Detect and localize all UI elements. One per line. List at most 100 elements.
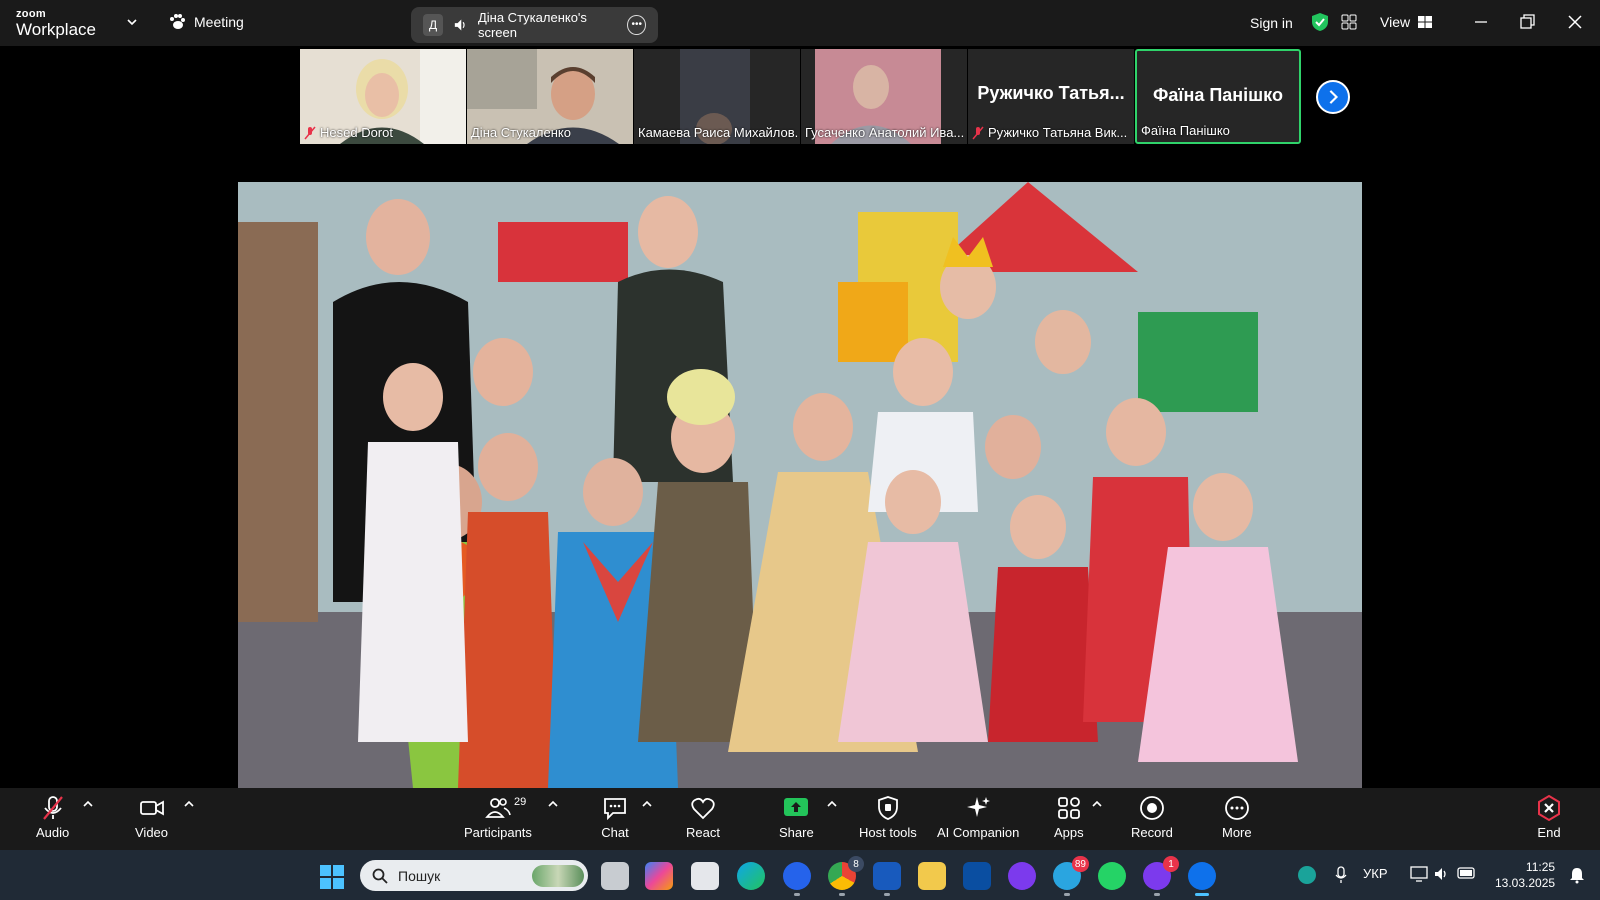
zoom-logo: zoom Workplace — [16, 9, 96, 39]
end-meeting-button[interactable]: End — [1535, 794, 1563, 840]
react-button[interactable]: React — [686, 794, 720, 840]
participant-tile[interactable]: Ружичко Татья... Ружичко Татьяна Вик... — [968, 49, 1134, 144]
search-placeholder: Пошук — [398, 867, 441, 884]
chat-label: Chat — [601, 825, 629, 840]
participant-name-text: Діна Стукаленко — [471, 125, 571, 140]
host-tools-label: Host tools — [859, 825, 917, 840]
search-highlight-image — [532, 864, 584, 887]
participant-name: Hesed Dorot — [304, 125, 393, 140]
tray-app-icon[interactable] — [1298, 866, 1316, 884]
chrome-badge: 8 — [848, 856, 864, 872]
muted-mic-icon — [42, 796, 63, 820]
keyboard-language[interactable]: УКР — [1363, 866, 1388, 881]
share-options-chevron-up-icon[interactable] — [826, 798, 838, 810]
file-explorer-icon[interactable] — [918, 862, 946, 890]
title-bar: zoom Workplace Meeting Д Діна Стукаленко… — [0, 0, 1600, 46]
gallery-grid-icon[interactable] — [1341, 14, 1357, 30]
task-view-icon[interactable] — [601, 862, 629, 890]
paw-icon — [170, 14, 185, 29]
app-launcher-icon[interactable] — [783, 862, 811, 896]
more-dots-icon — [1224, 796, 1249, 820]
security-shield-icon[interactable] — [1311, 12, 1329, 32]
copilot-icon[interactable] — [645, 862, 673, 890]
participants-count: 29 — [514, 796, 527, 808]
participant-name-text: Ружичко Татьяна Вик... — [988, 125, 1128, 140]
muted-mic-icon — [304, 126, 316, 139]
snipping-tool-icon[interactable] — [691, 862, 719, 890]
telegram-badge: 89 — [1071, 856, 1089, 872]
video-button[interactable]: Video — [135, 794, 168, 840]
meeting-info-button[interactable]: Meeting — [168, 13, 244, 31]
sparkle-icon — [967, 797, 991, 817]
windows-start-icon[interactable] — [320, 865, 344, 889]
system-clock[interactable]: 11:25 13.03.2025 — [1495, 859, 1555, 891]
participant-name-text: Камаева Раиса Михайлов... — [638, 125, 798, 140]
chevron-down-icon[interactable] — [126, 16, 138, 28]
chat-button[interactable]: Chat — [601, 794, 629, 840]
video-options-chevron-up-icon[interactable] — [183, 798, 195, 810]
notifications-bell-icon[interactable] — [1568, 866, 1586, 884]
zoom-taskbar-icon[interactable] — [1188, 862, 1216, 896]
participant-name-text: Hesed Dorot — [320, 125, 393, 140]
ai-companion-button[interactable]: AI Companion — [937, 794, 1019, 840]
chat-options-chevron-up-icon[interactable] — [641, 798, 653, 810]
more-button[interactable]: More — [1222, 794, 1252, 840]
muted-mic-icon — [972, 126, 984, 139]
volume-icon[interactable] — [1433, 866, 1451, 882]
network-icon[interactable] — [1410, 866, 1428, 882]
viber-chat-icon[interactable]: 1 — [1143, 856, 1179, 896]
logo-bottom-text: Workplace — [16, 20, 96, 39]
minimize-icon[interactable] — [1470, 12, 1492, 32]
word-icon[interactable] — [873, 862, 901, 896]
participant-tile[interactable]: Hesed Dorot — [300, 49, 466, 144]
view-button[interactable]: View — [1380, 14, 1433, 30]
telegram-icon[interactable]: 89 — [1053, 856, 1089, 896]
audio-options-chevron-up-icon[interactable] — [82, 798, 94, 810]
search-icon — [372, 868, 388, 884]
sign-in-link[interactable]: Sign in — [1250, 15, 1293, 31]
participants-options-chevron-up-icon[interactable] — [547, 798, 559, 810]
restore-icon[interactable] — [1516, 12, 1538, 32]
participant-strip: Hesed Dorot Діна Стукаленко Камаева Раис… — [300, 49, 1301, 144]
battery-icon[interactable] — [1457, 866, 1477, 880]
more-label: More — [1222, 825, 1252, 840]
participants-label: Participants — [464, 825, 532, 840]
share-label: Share — [779, 825, 814, 840]
taskbar-search[interactable]: Пошук — [360, 860, 588, 891]
more-options-icon[interactable]: ••• — [627, 15, 646, 35]
audio-label: Audio — [36, 825, 70, 840]
participant-tile[interactable]: Гусаченко Анатолий Ива... — [801, 49, 967, 144]
participant-tile[interactable]: Камаева Раиса Михайлов... — [634, 49, 800, 144]
share-screen-button[interactable]: Share — [779, 794, 814, 840]
participant-tile[interactable]: Діна Стукаленко — [467, 49, 633, 144]
heart-icon — [691, 797, 715, 820]
record-button[interactable]: Record — [1131, 794, 1173, 840]
screen-share-indicator[interactable]: Д Діна Стукаленко's screen ••• — [411, 7, 658, 43]
participants-icon — [485, 798, 511, 818]
participant-name: Камаева Раиса Михайлов... — [638, 125, 798, 140]
apps-label: Apps — [1054, 825, 1084, 840]
shared-photo — [238, 182, 1362, 788]
record-icon — [1140, 796, 1164, 820]
clock-date: 13.03.2025 — [1495, 876, 1556, 890]
video-camera-icon — [139, 800, 164, 816]
shared-screen — [238, 146, 1362, 788]
close-icon[interactable] — [1564, 12, 1586, 32]
clock-time: 11:25 — [1525, 860, 1556, 874]
host-tools-button[interactable]: Host tools — [859, 794, 917, 840]
apps-options-chevron-up-icon[interactable] — [1091, 798, 1103, 810]
viber-icon[interactable] — [1008, 862, 1036, 890]
apps-button[interactable]: Apps — [1054, 794, 1084, 840]
meeting-label: Meeting — [194, 14, 244, 30]
chrome-browser-icon[interactable]: 8 — [828, 856, 864, 896]
dell-icon[interactable] — [963, 862, 991, 890]
whatsapp-icon[interactable] — [1098, 862, 1126, 890]
next-page-arrow-icon[interactable] — [1316, 80, 1350, 114]
end-label: End — [1537, 825, 1561, 840]
active-speaker-tile[interactable]: Фаїна Панішко Фаїна Панішко — [1135, 49, 1301, 144]
participant-name: Ружичко Татьяна Вик... — [972, 125, 1127, 140]
participant-placeholder-name: Фаїна Панішко — [1153, 85, 1283, 105]
microphone-icon[interactable] — [1334, 866, 1348, 884]
edge-browser-icon[interactable] — [737, 862, 765, 890]
audio-button[interactable]: Audio — [36, 794, 69, 840]
